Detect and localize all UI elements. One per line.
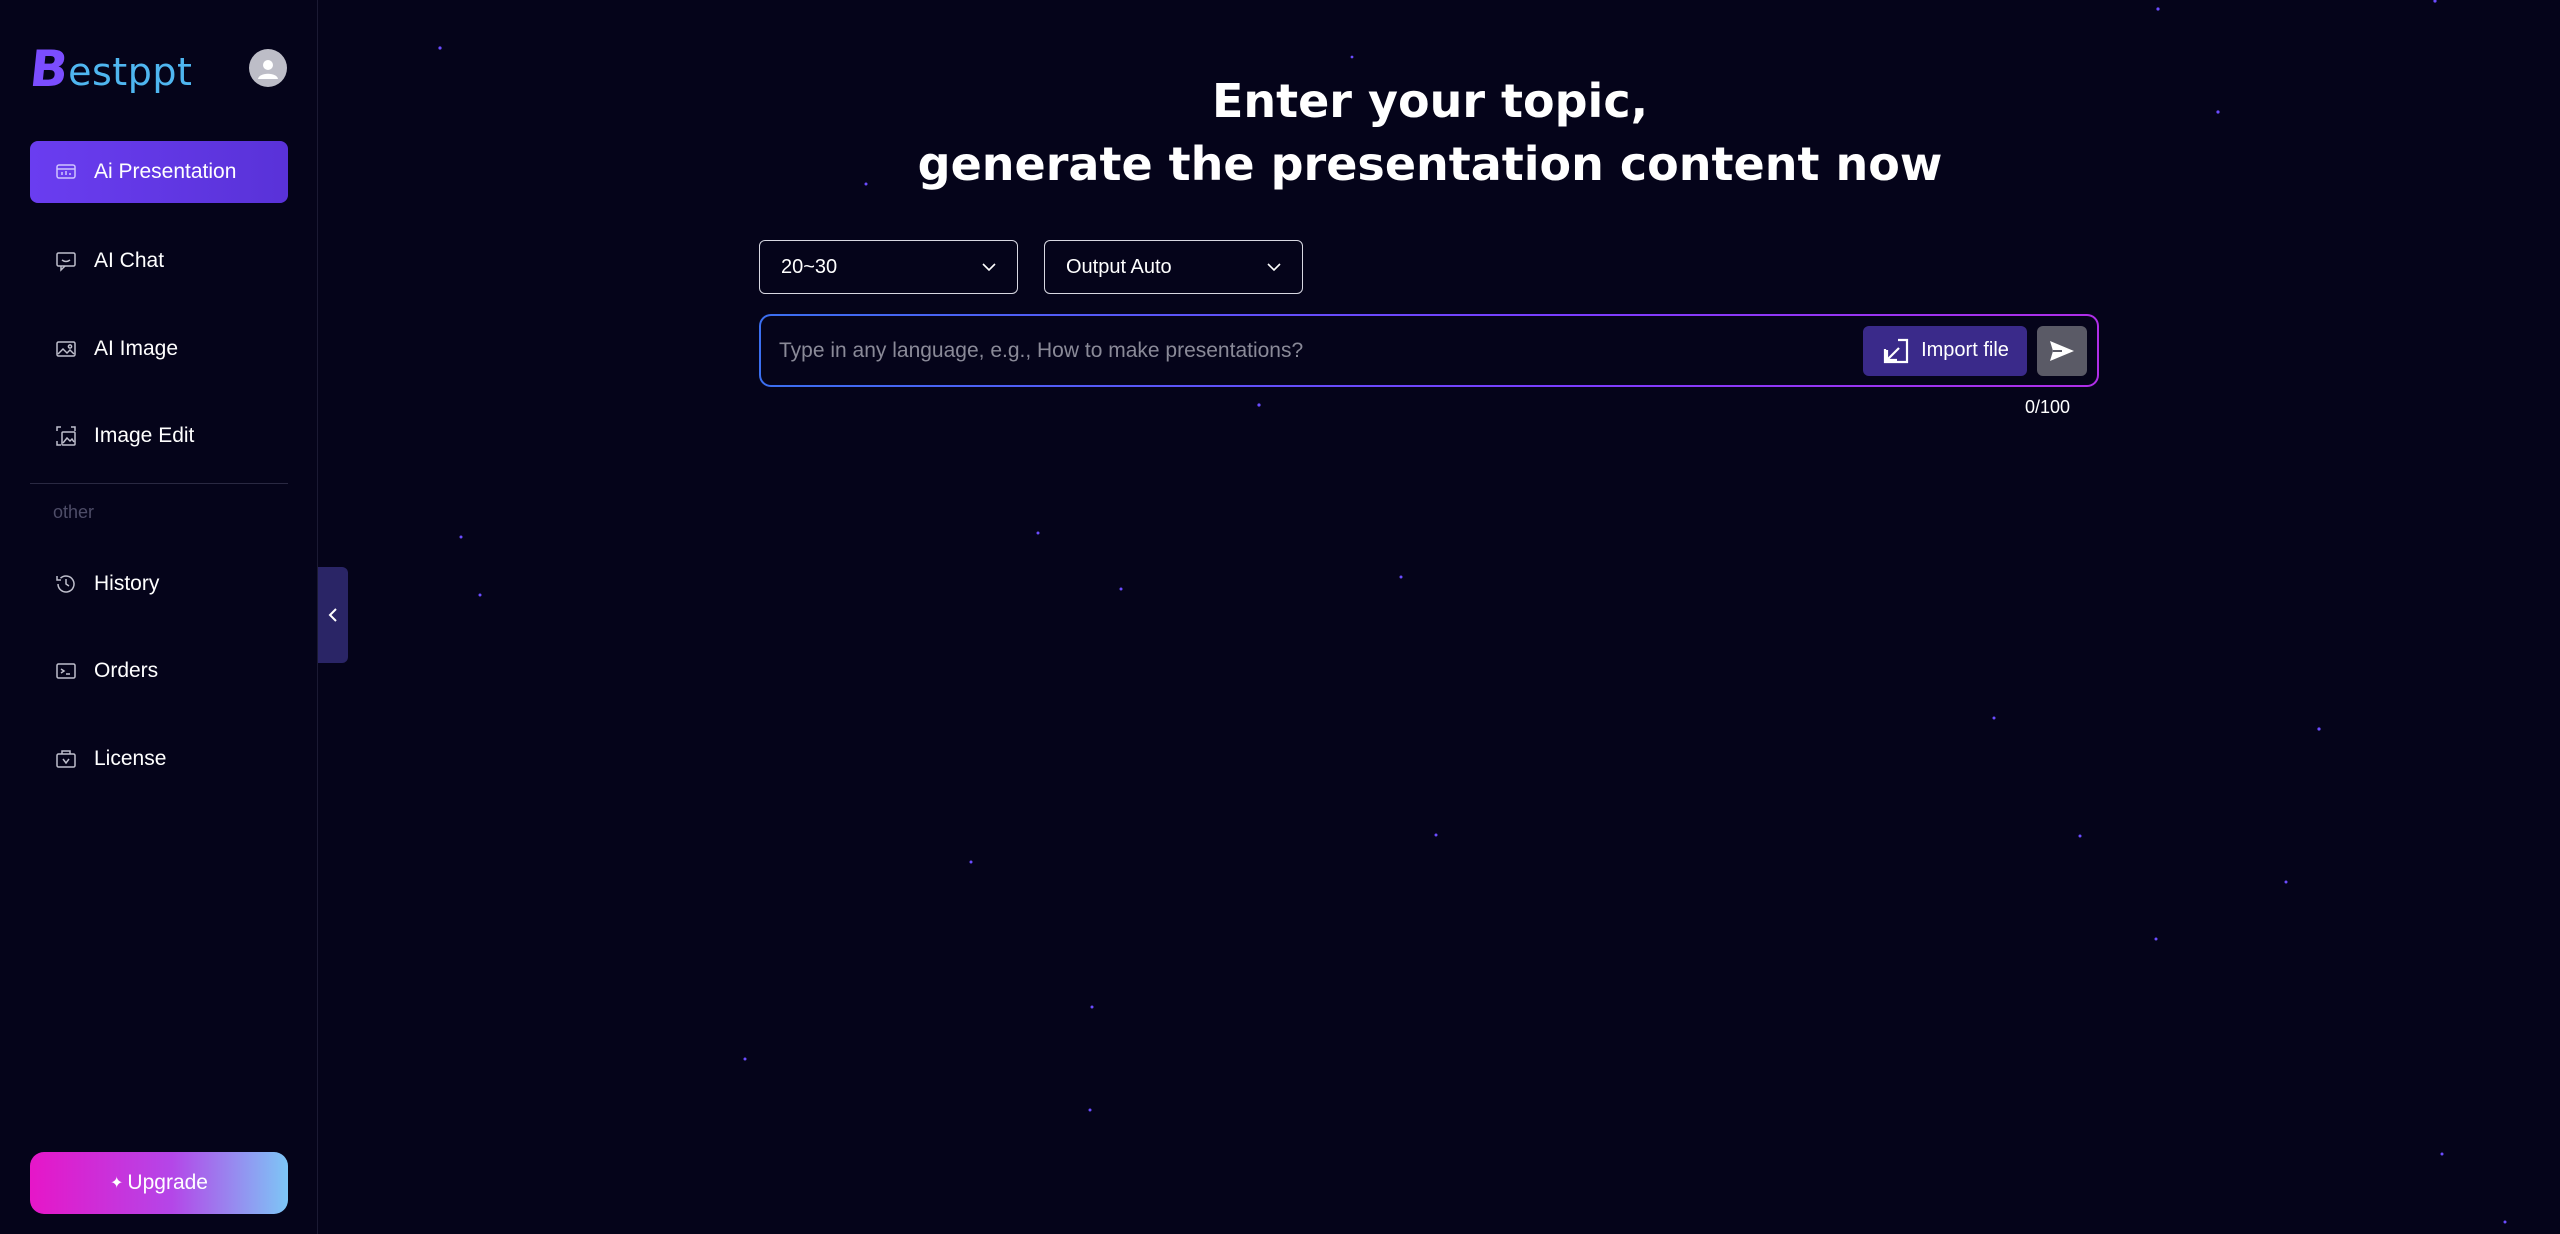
upgrade-label: Upgrade	[127, 1171, 208, 1194]
import-file-label: Import file	[1921, 339, 2009, 361]
sparkle-icon: ✦	[110, 1175, 124, 1192]
send-button[interactable]	[2037, 325, 2087, 376]
history-icon	[54, 572, 78, 596]
image-icon	[54, 337, 78, 361]
sidebar-item-label: AI Chat	[94, 249, 165, 272]
page-count-value: 20~30	[781, 255, 838, 278]
character-counter: 0/100	[2024, 397, 2070, 417]
image-edit-icon	[54, 424, 78, 448]
user-avatar[interactable]	[249, 49, 287, 87]
section-label-other: other	[53, 502, 95, 522]
orders-icon	[54, 659, 78, 683]
topic-input[interactable]	[777, 337, 1863, 364]
user-icon	[258, 60, 278, 79]
upgrade-button[interactable]: ✦ Upgrade	[30, 1152, 288, 1214]
sidebar-item-orders[interactable]: Orders	[30, 640, 288, 702]
sidebar-item-label: Image Edit	[94, 424, 195, 447]
headline-line-1: Enter your topic,	[1211, 74, 1649, 128]
chevron-left-icon	[328, 608, 337, 622]
chevron-down-icon	[1267, 263, 1281, 272]
sidebar-item-ai-chat[interactable]: AI Chat	[30, 230, 288, 292]
page-headline: Enter your topic, generate the presentat…	[760, 70, 2100, 196]
sidebar-item-ai-image[interactable]: AI Image	[30, 318, 288, 380]
sidebar-item-image-edit[interactable]: Image Edit	[30, 405, 288, 467]
sidebar-item-label: License	[94, 747, 167, 770]
license-icon	[54, 747, 78, 771]
sidebar-item-license[interactable]: License	[30, 728, 288, 790]
brand-logo[interactable]: B estppt	[26, 40, 193, 98]
headline-line-2: generate the presentation content now	[917, 137, 1943, 191]
import-file-button[interactable]: Import file	[1863, 325, 2027, 376]
sidebar-divider	[30, 483, 288, 484]
send-icon	[2050, 340, 2074, 361]
page-count-select[interactable]: 20~30	[759, 240, 1018, 294]
sidebar-item-label: History	[94, 572, 160, 595]
sidebar-item-label: Ai Presentation	[94, 160, 237, 183]
logo-text: estppt	[68, 50, 193, 94]
chevron-down-icon	[982, 263, 996, 272]
sidebar-collapse-toggle[interactable]	[318, 567, 348, 663]
sidebar: B estppt Ai Presentation AI Chat AI Imag…	[0, 0, 318, 1234]
topic-prompt-inner: Import file	[761, 316, 2097, 385]
logo-mark: B	[26, 40, 72, 98]
chat-icon	[54, 249, 78, 273]
sidebar-item-label: Orders	[94, 659, 159, 682]
presentation-icon	[54, 160, 78, 184]
sidebar-item-ai-presentation[interactable]: Ai Presentation	[30, 141, 288, 203]
sidebar-item-label: AI Image	[94, 337, 179, 360]
import-icon	[1881, 336, 1911, 366]
output-language-select[interactable]: Output Auto	[1044, 240, 1303, 294]
sidebar-item-history[interactable]: History	[30, 553, 288, 615]
topic-prompt-box: Import file	[759, 314, 2099, 387]
output-language-value: Output Auto	[1066, 255, 1172, 278]
